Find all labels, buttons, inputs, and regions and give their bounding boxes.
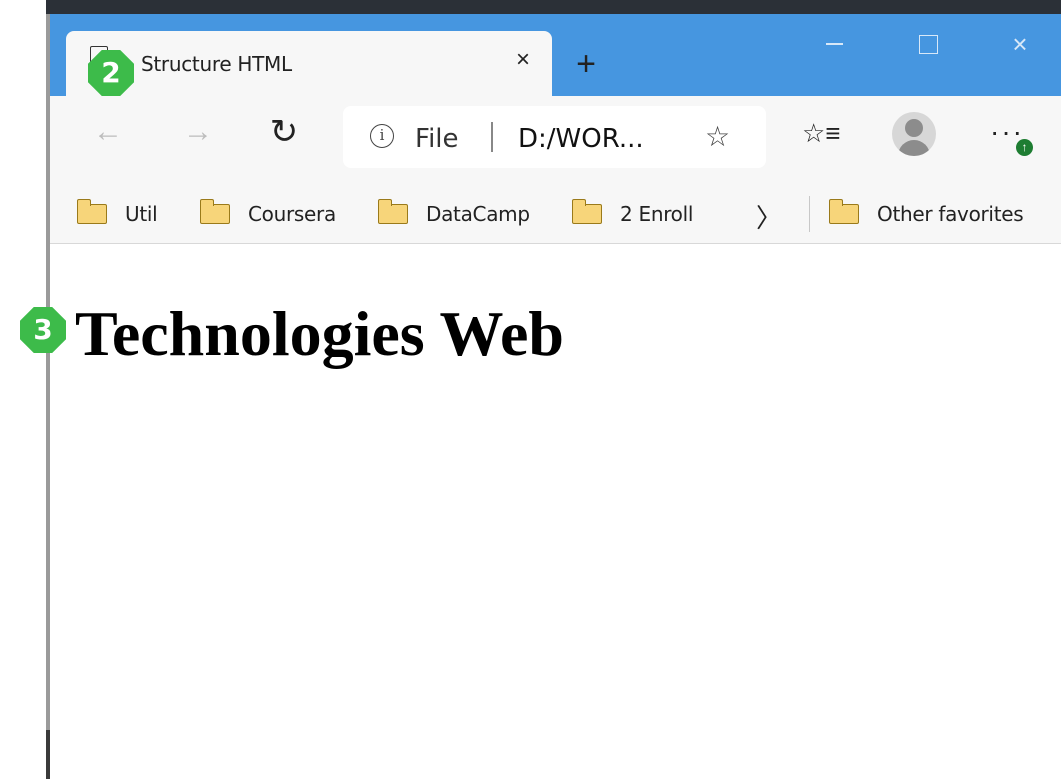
more-favorites-chevron-icon[interactable]: 〉 <box>756 198 782 235</box>
folder-icon <box>199 199 230 224</box>
update-available-icon[interactable]: ↑ <box>1016 139 1033 156</box>
folder-icon <box>377 199 408 224</box>
page-heading: Technologies Web <box>75 298 564 369</box>
folder-icon <box>76 199 107 224</box>
profile-avatar-icon[interactable] <box>892 112 936 156</box>
tab-title: Structure HTML <box>141 52 292 76</box>
favorites-bar: Util Coursera DataCamp 2 Enroll 〉 Other … <box>50 184 1061 244</box>
forward-arrow-icon[interactable]: → <box>176 110 220 154</box>
desktop-top-strip <box>46 0 1061 14</box>
info-icon[interactable]: i <box>370 124 394 148</box>
favorite-folder-label: Util <box>125 202 158 226</box>
maximize-button[interactable] <box>903 26 953 62</box>
url-scheme-label: File <box>415 124 459 154</box>
tab-close-icon[interactable]: × <box>508 45 538 75</box>
avatar-body <box>898 140 930 156</box>
back-arrow-icon[interactable]: ← <box>86 110 130 154</box>
folder-icon <box>828 199 859 224</box>
favorite-folder-label: 2 Enroll <box>620 202 694 226</box>
window-close-button[interactable]: × <box>995 26 1045 62</box>
folder-icon <box>571 199 602 224</box>
navigation-toolbar: ← → ↻ i File D:/WOR... ☆ ☆≡ ··· ↑ <box>50 96 1061 184</box>
annotation-badge-2: 2 <box>88 50 134 96</box>
tab-structure-html[interactable]: Structure HTML × <box>66 31 552 96</box>
browser-window: Structure HTML × + × ← → ↻ i File D:/WOR… <box>50 14 1061 779</box>
favorite-folder-label: DataCamp <box>426 202 530 226</box>
favorites-icon[interactable]: ☆≡ <box>802 118 840 149</box>
address-divider <box>491 122 493 152</box>
other-favorites-label: Other favorites <box>877 202 1024 226</box>
add-favorite-star-icon[interactable]: ☆ <box>705 120 730 153</box>
new-tab-button[interactable]: + <box>566 44 606 84</box>
url-text[interactable]: D:/WOR... <box>518 124 644 154</box>
address-bar[interactable]: i File D:/WOR... ☆ <box>343 106 766 168</box>
desktop-left-area <box>0 0 48 779</box>
favorite-folder-label: Coursera <box>248 202 336 226</box>
avatar-head <box>905 119 923 137</box>
page-content: Technologies Web <box>50 245 1061 779</box>
title-bar: Structure HTML × + × <box>50 14 1061 96</box>
minimize-button[interactable] <box>810 26 860 62</box>
favorites-divider <box>809 196 810 232</box>
reload-icon[interactable]: ↻ <box>262 110 306 154</box>
